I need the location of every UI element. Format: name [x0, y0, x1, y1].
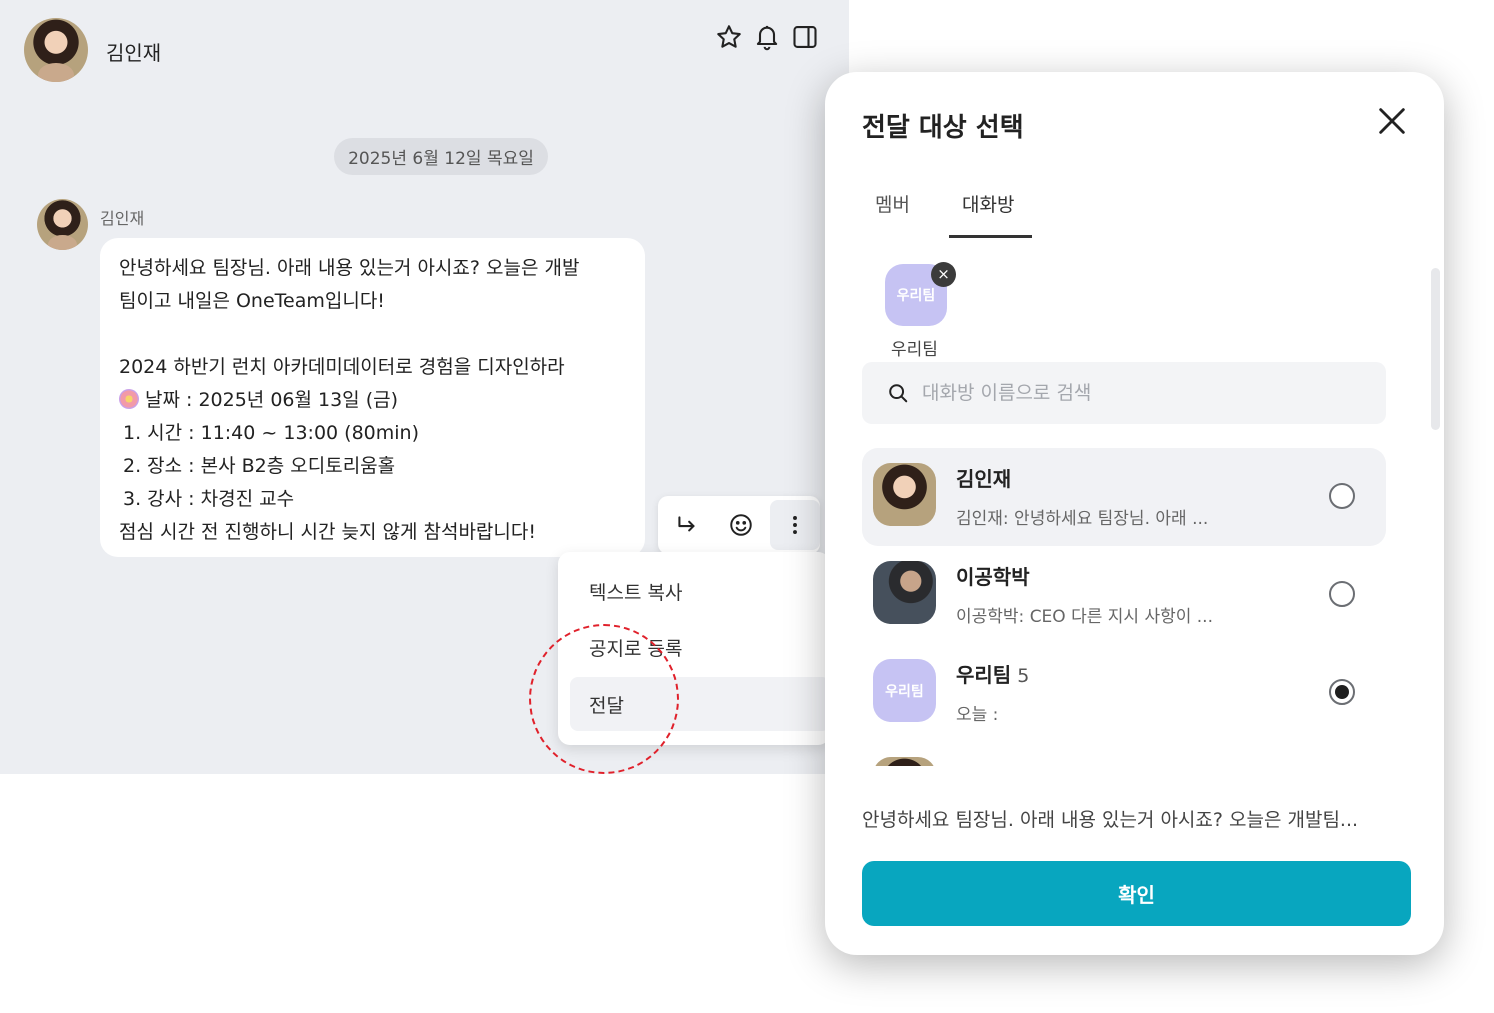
message-line: 2. 장소 : 본사 B2층 오디토리움홀 [123, 455, 396, 477]
room-search-input[interactable] [922, 376, 1362, 410]
room-row-kiminjae[interactable]: 김인재 김인재: 안녕하세요 팀장님. 아래 ... [862, 448, 1386, 546]
bell-icon[interactable] [752, 22, 782, 52]
chat-header: 김인재 [0, 0, 849, 100]
modal-title: 전달 대상 선택 [862, 113, 1024, 143]
room-row-igonghakbak[interactable]: 이공학박 이공학박: CEO 다른 지시 사항이 ... [862, 546, 1386, 644]
palette-emoji-icon [119, 389, 139, 409]
room-member-count: 5 [1017, 665, 1030, 687]
room-name-text: 우리팀 [956, 663, 1012, 687]
room-avatar [873, 561, 936, 624]
room-row-partial[interactable] [862, 742, 1386, 766]
room-row-uriteam[interactable]: 우리팀 우리팀 5 오늘 : [862, 644, 1386, 742]
message-line [119, 318, 645, 351]
room-avatar [873, 463, 936, 526]
room-name: 김인재 [956, 467, 1012, 491]
selected-room-chip-label: 우리팀 [891, 340, 938, 360]
message-line: 3. 강사 : 차경진 교수 [123, 488, 295, 510]
list-scrollbar[interactable] [1431, 268, 1440, 430]
star-icon[interactable] [714, 22, 744, 52]
more-vertical-icon[interactable] [770, 500, 820, 550]
date-divider: 2025년 6월 12일 목요일 [334, 138, 548, 175]
chat-window: 김인재 2025년 6월 12일 목요일 김인재 안녕하세요 팀장님. 아래 내… [0, 0, 849, 774]
forward-message-preview: 안녕하세요 팀장님. 아래 내용 있는거 아시죠? 오늘은 개발팀... [862, 809, 1359, 831]
room-avatar: 우리팀 [873, 659, 936, 722]
room-last-message: 김인재: 안녕하세요 팀장님. 아래 ... [956, 509, 1209, 529]
forward-menu-item[interactable]: 전달 [570, 677, 830, 731]
message-context-menu: 텍스트 복사 공지로 등록 전달 [558, 552, 830, 745]
sender-name: 김인재 [100, 209, 145, 228]
message-date-text: 날짜 : 2025년 06월 13일 (금) [145, 389, 399, 411]
room-search-box [862, 362, 1386, 424]
confirm-button[interactable]: 확인 [862, 861, 1411, 926]
room-name: 우리팀 5 [956, 659, 1029, 688]
room-radio[interactable] [1329, 581, 1355, 607]
message-line: 점심 시간 전 진행하니 시간 늦지 않게 참석바랍니다! [119, 521, 536, 543]
room-name: 이공학박 [956, 565, 1030, 589]
register-notice-menu-item[interactable]: 공지로 등록 [570, 620, 830, 674]
tab-chatroom[interactable]: 대화방 [962, 190, 1014, 217]
forward-target-modal: 전달 대상 선택 멤버 대화방 우리팀 × 우리팀 김인재 김인재: 안녕하세요… [825, 72, 1444, 955]
contact-name: 김인재 [106, 41, 162, 65]
room-last-message: 오늘 : [956, 705, 999, 725]
message-line: 1. 시간 : 11:40 ~ 13:00 (80min) [123, 422, 419, 444]
copy-text-menu-item[interactable]: 텍스트 복사 [570, 564, 830, 618]
message-line-date: 날짜 : 2025년 06월 13일 (금) [119, 384, 645, 417]
message-line: 안녕하세요 팀장님. 아래 내용 있는거 아시죠? 오늘은 개발 [119, 257, 580, 279]
room-last-message: 이공학박: CEO 다른 지시 사항이 ... [956, 607, 1213, 627]
search-icon [889, 384, 908, 403]
room-avatar [873, 757, 936, 766]
active-tab-indicator [949, 235, 1032, 238]
reply-arrow-icon[interactable] [662, 500, 712, 550]
room-radio-selected[interactable] [1329, 679, 1355, 705]
message-bubble[interactable]: 안녕하세요 팀장님. 아래 내용 있는거 아시죠? 오늘은 개발 팀이고 내일은… [100, 238, 645, 557]
message-line: 팀이고 내일은 OneTeam입니다! [119, 290, 385, 312]
room-radio[interactable] [1329, 483, 1355, 509]
emoji-icon[interactable] [716, 500, 766, 550]
contact-avatar[interactable] [24, 18, 88, 82]
room-list: 김인재 김인재: 안녕하세요 팀장님. 아래 ... 이공학박 이공학박: CE… [862, 448, 1386, 766]
message-line: 2024 하반기 런치 아카데미데이터로 경험을 디자인하라 [119, 356, 565, 378]
close-icon[interactable] [1375, 104, 1409, 138]
remove-chip-icon[interactable]: × [931, 262, 956, 287]
sidebar-panel-icon[interactable] [790, 22, 820, 52]
tab-member[interactable]: 멤버 [875, 190, 910, 217]
sender-avatar[interactable] [37, 199, 88, 250]
message-action-bar [658, 496, 820, 554]
